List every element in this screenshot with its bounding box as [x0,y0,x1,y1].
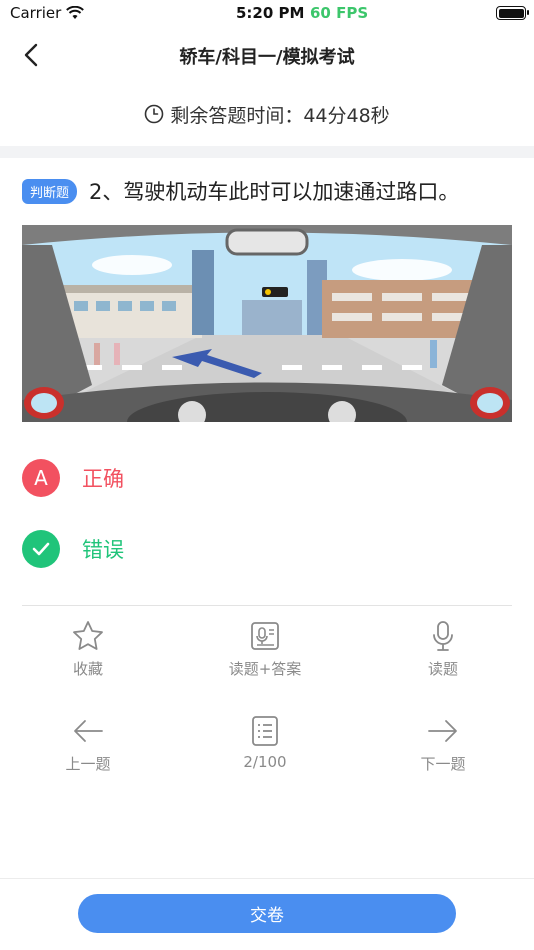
option-b[interactable]: 错误 [22,530,124,568]
arrow-right-icon [428,720,457,742]
arrow-left-icon [74,720,103,742]
section-separator [0,146,534,158]
bottom-bar: 交卷 [0,878,534,950]
status-bar: Carrier 5:20 PM 60 FPS [0,0,534,28]
countdown-timer: 剩余答题时间：44分48秒 [0,100,534,128]
option-b-label: 错误 [82,538,124,562]
list-icon [252,716,278,746]
fps-counter: 60 FPS [310,4,369,22]
clock-icon [145,104,164,124]
favorite-button[interactable]: 收藏 [23,620,153,679]
prev-question-label: 上一题 [65,755,111,773]
microphone-icon [433,621,453,651]
option-a-label: 正确 [82,467,124,491]
timer-text: 剩余答题时间：44分48秒 [170,104,390,127]
favorite-label: 收藏 [72,660,103,678]
checkmark-icon [22,530,60,568]
option-a[interactable]: A 正确 [22,459,124,497]
read-with-answer-button[interactable]: 读题+答案 [200,620,330,679]
page-title: 轿车/科目一/模拟考试 [179,47,355,68]
next-question-label: 下一题 [420,755,466,773]
read-question-label: 读题 [427,660,458,678]
option-a-letter: A [22,459,60,497]
star-icon [73,621,103,650]
carrier-label: Carrier [10,4,62,22]
read-answer-icon [251,622,279,650]
prev-question-button[interactable]: 上一题 [23,715,153,774]
read-with-answer-label: 读题+答案 [228,660,302,678]
question-image [22,225,512,422]
clock: 5:20 PM [236,4,305,22]
nav-bar: 轿车/科目一/模拟考试 [0,30,534,80]
question-list-button[interactable]: 2/100 [200,715,330,771]
divider [22,605,512,606]
question-type-badge: 判断题 [22,178,78,204]
progress-label: 2/100 [243,753,287,771]
read-question-button[interactable]: 读题 [378,620,508,679]
next-question-button[interactable]: 下一题 [378,715,508,774]
wifi-icon [66,5,84,24]
question-text: 2、驾驶机动车此时可以加速通过路口。 [89,180,460,204]
submit-exam-button[interactable]: 交卷 [78,894,456,933]
question: 判断题 2、驾驶机动车此时可以加速通过路口。 [22,176,522,206]
battery-icon [496,6,529,20]
